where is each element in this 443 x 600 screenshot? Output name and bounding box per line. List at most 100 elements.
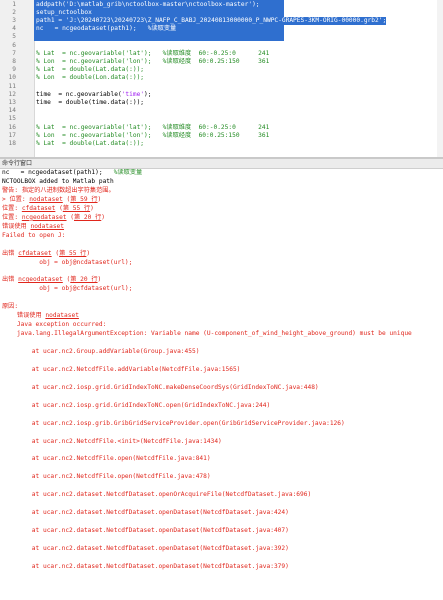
code-token: 'D:\matlab_grib\nctoolbox-master\nctoolb… <box>65 0 253 8</box>
line-number: 15 <box>8 115 16 123</box>
code-text: % Lat = double(Lat.data(:)); <box>36 140 144 148</box>
line-number: 6 <box>12 41 16 49</box>
editor-line[interactable]: 16 % Lat = nc.geovariable('lat'); %读取维度 6… <box>0 124 443 132</box>
code-text: path1 = 'J:\20240723\20240723\Z_NAFP_C_B… <box>36 16 387 26</box>
error-location-link[interactable]: nodataset <box>29 196 63 203</box>
output-text: at ucar.nc2.NetcdfFile.open(NetcdfFile.j… <box>2 455 211 463</box>
code-token: ; <box>382 16 387 24</box>
error-location-link[interactable]: ncgeodataset <box>22 214 67 221</box>
editor-line[interactable]: 17 % Lon = nc.geovariable('lon'); %读取经度 6… <box>0 132 443 140</box>
output-line: at ucar.nc2.iosp.grid.GridIndexToNC.make… <box>2 384 443 392</box>
code-text: time = nc.geovariable('time'); <box>36 91 152 99</box>
error-location-link[interactable]: nodataset <box>30 223 64 230</box>
code-token: % Lon = nc.geovariable('lon'); %读取经度 60:… <box>36 57 270 65</box>
output-line: Java exception occurred: <box>2 321 443 329</box>
editor-line[interactable]: 2 setup_nctoolbox <box>0 8 443 17</box>
line-number: 17 <box>8 131 16 139</box>
output-line: 错误使用 nodataset <box>2 223 443 231</box>
output-text: 出错 <box>2 276 19 284</box>
line-number: 11 <box>8 82 16 90</box>
editor-line[interactable]: 9 % Lat = double(Lat.data(:)); <box>0 66 443 74</box>
line-number: 7 <box>12 49 16 57</box>
output-line: at ucar.nc2.dataset.NetcdfDataset.openDa… <box>2 563 443 571</box>
code-token: % Lat = double(Lat.data(:)); <box>36 139 145 147</box>
editor-line[interactable]: 6 <box>0 42 443 50</box>
editor-line[interactable]: 1 addpath('D:\matlab_grib\nctoolbox-maste… <box>0 0 443 9</box>
code-text: % Lat = nc.geovariable('lat'); %读取维度 60:… <box>36 124 269 132</box>
output-text: 原因: <box>2 303 19 311</box>
code-token: ); <box>144 90 152 98</box>
line-number: 8 <box>12 57 16 65</box>
output-text: ) <box>86 249 91 257</box>
output-text: at ucar.nc2.NetcdfFile.addVariable(Netcd… <box>2 365 241 373</box>
output-text: ( <box>55 204 63 212</box>
code-text: nc = ncgeodataset(path1); %读取变量 <box>36 25 177 34</box>
editor-line[interactable]: 3 path1 = 'J:\20240723\20240723\Z_NAFP_C_… <box>0 16 443 26</box>
error-location-link[interactable]: nodataset <box>45 312 79 319</box>
output-text: 位置: <box>2 204 22 212</box>
code-text: setup_nctoolbox <box>36 8 92 17</box>
error-location-link[interactable]: 第 55 行 <box>59 250 86 257</box>
output-line: at ucar.nc2.dataset.NetcdfDataset.openOr… <box>2 491 443 499</box>
output-text: %读取变量 <box>113 169 143 176</box>
error-location-link[interactable]: 第 59 行 <box>70 196 97 203</box>
output-line: at ucar.nc2.Group.addVariable(Group.java… <box>2 348 443 356</box>
editor-line[interactable]: 7 % Lat = nc.geovariable('lat'); %读取维度 60… <box>0 50 443 58</box>
code-token: % Lon = nc.geovariable('lon'); %读取经度 60:… <box>36 131 270 139</box>
error-location-link[interactable]: ncgeodataset <box>18 276 63 283</box>
output-text: at ucar.nc2.NetcdfFile.open(NetcdfFile.j… <box>2 473 211 481</box>
code-token: setup_nctoolbox <box>36 8 92 16</box>
output-line: obj = obj@ncdataset(url); <box>2 259 443 267</box>
output-text: at ucar.nc2.dataset.NetcdfDataset.openDa… <box>2 562 289 570</box>
error-location-link[interactable]: 第 55 行 <box>63 205 90 212</box>
output-text: at ucar.nc2.iosp.grib.GribGridServicePro… <box>2 419 345 427</box>
output-text: at ucar.nc2.iosp.grid.GridIndexToNC.open… <box>2 401 271 409</box>
editor-line[interactable]: 10 % Lon = double(Lon.data(:)); <box>0 74 443 82</box>
output-text: > 位置: <box>2 195 30 203</box>
output-line: at ucar.nc2.iosp.grib.GribGridServicePro… <box>2 420 443 428</box>
output-line: > 位置: nodataset (第 59 行) <box>2 196 443 204</box>
editor-line[interactable]: 11 <box>0 83 443 91</box>
code-token: ); <box>252 0 260 8</box>
error-location-link[interactable]: 第 20 行 <box>74 214 101 221</box>
line-number: 16 <box>8 123 16 131</box>
editor-line[interactable]: 18 % Lat = double(Lat.data(:)); <box>0 140 443 148</box>
code-text: % Lat = double(Lat.data(:)); <box>36 66 144 74</box>
editor-line[interactable]: 14 <box>0 107 443 115</box>
code-text: % Lat = nc.geovariable('lat'); %读取维度 60:… <box>36 50 269 58</box>
output-text: NCTOOLBOX added to Matlab path <box>2 177 114 185</box>
output-text: ( <box>51 249 60 257</box>
code-editor[interactable]: 1 addpath('D:\matlab_grib\nctoolbox-maste… <box>0 0 443 157</box>
error-location-link[interactable]: cfdataset <box>22 205 56 212</box>
output-line: at ucar.nc2.dataset.NetcdfDataset.openDa… <box>2 527 443 535</box>
editor-scrollbar[interactable] <box>437 0 443 157</box>
output-text: ) <box>101 213 105 221</box>
output-line: at ucar.nc2.NetcdfFile.addVariable(Netcd… <box>2 366 443 374</box>
code-text: time = double(time.data(:)); <box>36 99 144 107</box>
output-line: 位置: cfdataset (第 55 行) <box>2 205 443 213</box>
error-location-link[interactable]: 第 20 行 <box>70 276 97 283</box>
command-window[interactable]: nc = ncgeodataset(path1); %读取变量 NCTOOLBOX… <box>0 169 443 600</box>
code-text: addpath('D:\matlab_grib\nctoolbox-master… <box>36 0 260 9</box>
error-location-link[interactable]: cfdataset <box>18 250 52 257</box>
output-text: 出错 <box>2 249 19 257</box>
output-text: ) <box>97 276 102 284</box>
editor-line[interactable]: 8 % Lon = nc.geovariable('lon'); %读取经度 60… <box>0 58 443 66</box>
editor-line[interactable]: 5 <box>0 33 443 41</box>
output-line: nc = ncgeodataset(path1); %读取变量 <box>2 169 443 177</box>
output-text: at ucar.nc2.iosp.grid.GridIndexToNC.make… <box>2 383 319 391</box>
output-line: 错误使用 nodataset <box>2 312 443 320</box>
editor-line[interactable]: 12 time = nc.geovariable('time'); <box>0 91 443 99</box>
output-line: 位置: ncgeodataset (第 20 行) <box>2 214 443 222</box>
command-window-header: 命令行窗口 <box>0 159 443 169</box>
editor-line[interactable]: 15 <box>0 115 443 123</box>
editor-line[interactable]: 4 nc = ncgeodataset(path1); %读取变量 <box>0 25 443 34</box>
editor-line[interactable]: 13 time = double(time.data(:)); <box>0 99 443 107</box>
